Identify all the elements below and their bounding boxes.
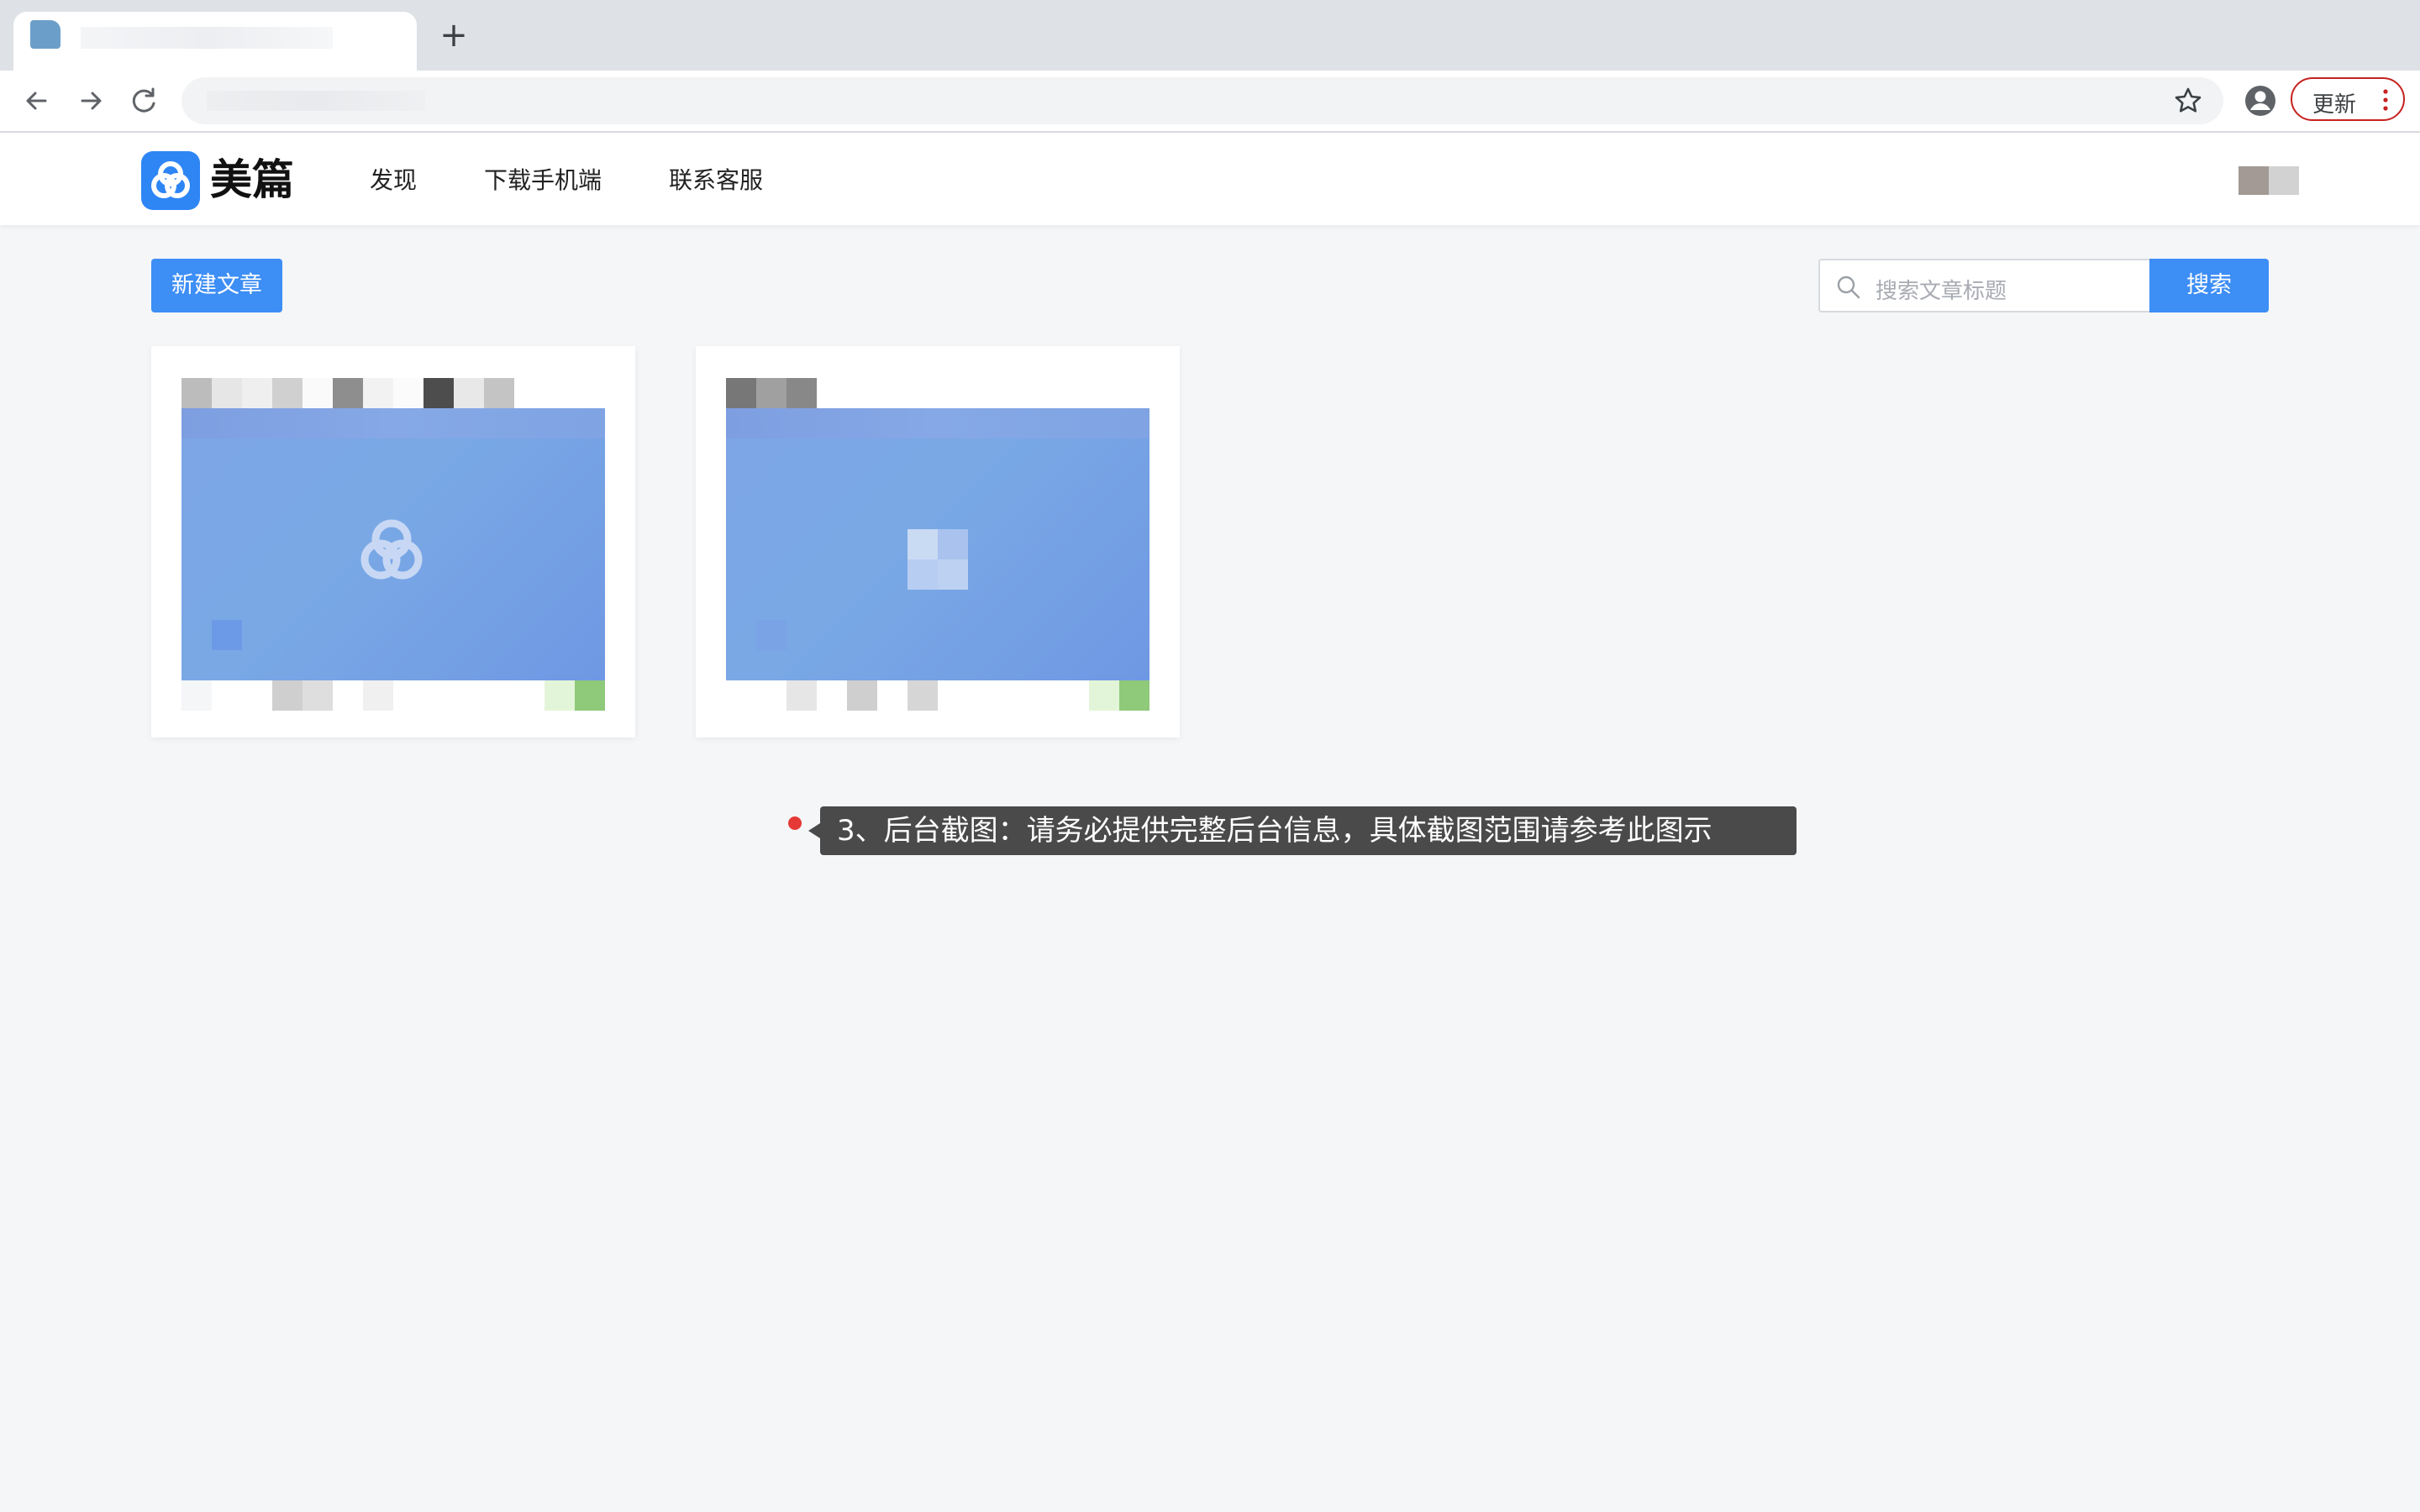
bookmark-star-icon[interactable]	[2173, 86, 2203, 116]
search-button[interactable]: 搜索	[2149, 259, 2269, 312]
site-header: 美篇 发现 下载手机端 联系客服	[0, 133, 2420, 225]
browser-tabstrip: +	[0, 0, 2420, 71]
image-placeholder-icon	[908, 529, 938, 559]
tab-title-redacted	[81, 27, 333, 49]
article-meta-redacted	[726, 680, 1150, 711]
update-label: 更新	[2312, 92, 2357, 118]
browser-tab[interactable]	[13, 12, 417, 71]
more-vert-icon	[2383, 89, 2388, 111]
article-title-redacted	[182, 378, 514, 408]
article-card[interactable]	[696, 346, 1180, 738]
nav-contact-support[interactable]: 联系客服	[669, 166, 763, 195]
search-icon	[1837, 276, 1860, 299]
meipian-logo-icon[interactable]	[141, 151, 200, 210]
annotation-tooltip: 3、后台截图：请务必提供完整后台信息，具体截图范围请参考此图示	[808, 806, 1797, 855]
forward-arrow-icon[interactable]	[72, 82, 109, 119]
nav-discover[interactable]: 发现	[370, 166, 417, 195]
browser-update-button[interactable]: 更新	[2291, 77, 2405, 121]
article-card[interactable]	[151, 346, 635, 738]
new-tab-button[interactable]: +	[437, 18, 471, 52]
search-input[interactable]: 搜索文章标题	[1818, 259, 2149, 312]
article-meta-redacted	[182, 680, 605, 711]
browser-toolbar: 更新	[0, 71, 2420, 133]
article-cover-image	[182, 408, 605, 680]
address-bar[interactable]	[182, 77, 2223, 124]
reload-icon[interactable]	[126, 82, 163, 119]
article-title-redacted	[726, 378, 817, 408]
address-redacted	[207, 91, 425, 111]
profile-avatar-icon[interactable]	[2242, 82, 2279, 119]
tab-favicon-icon	[30, 20, 60, 49]
new-article-button[interactable]: 新建文章	[151, 259, 282, 312]
back-arrow-icon[interactable]	[18, 82, 55, 119]
user-avatar[interactable]	[2238, 166, 2299, 195]
article-cover-image	[726, 408, 1150, 680]
meipian-placeholder-icon	[360, 519, 423, 580]
nav-download-app[interactable]: 下载手机端	[484, 166, 602, 195]
annotation-marker	[788, 816, 802, 830]
brand-name[interactable]: 美篇	[210, 155, 294, 205]
article-search: 搜索文章标题 搜索	[1818, 259, 2269, 312]
search-placeholder: 搜索文章标题	[1876, 279, 2007, 304]
